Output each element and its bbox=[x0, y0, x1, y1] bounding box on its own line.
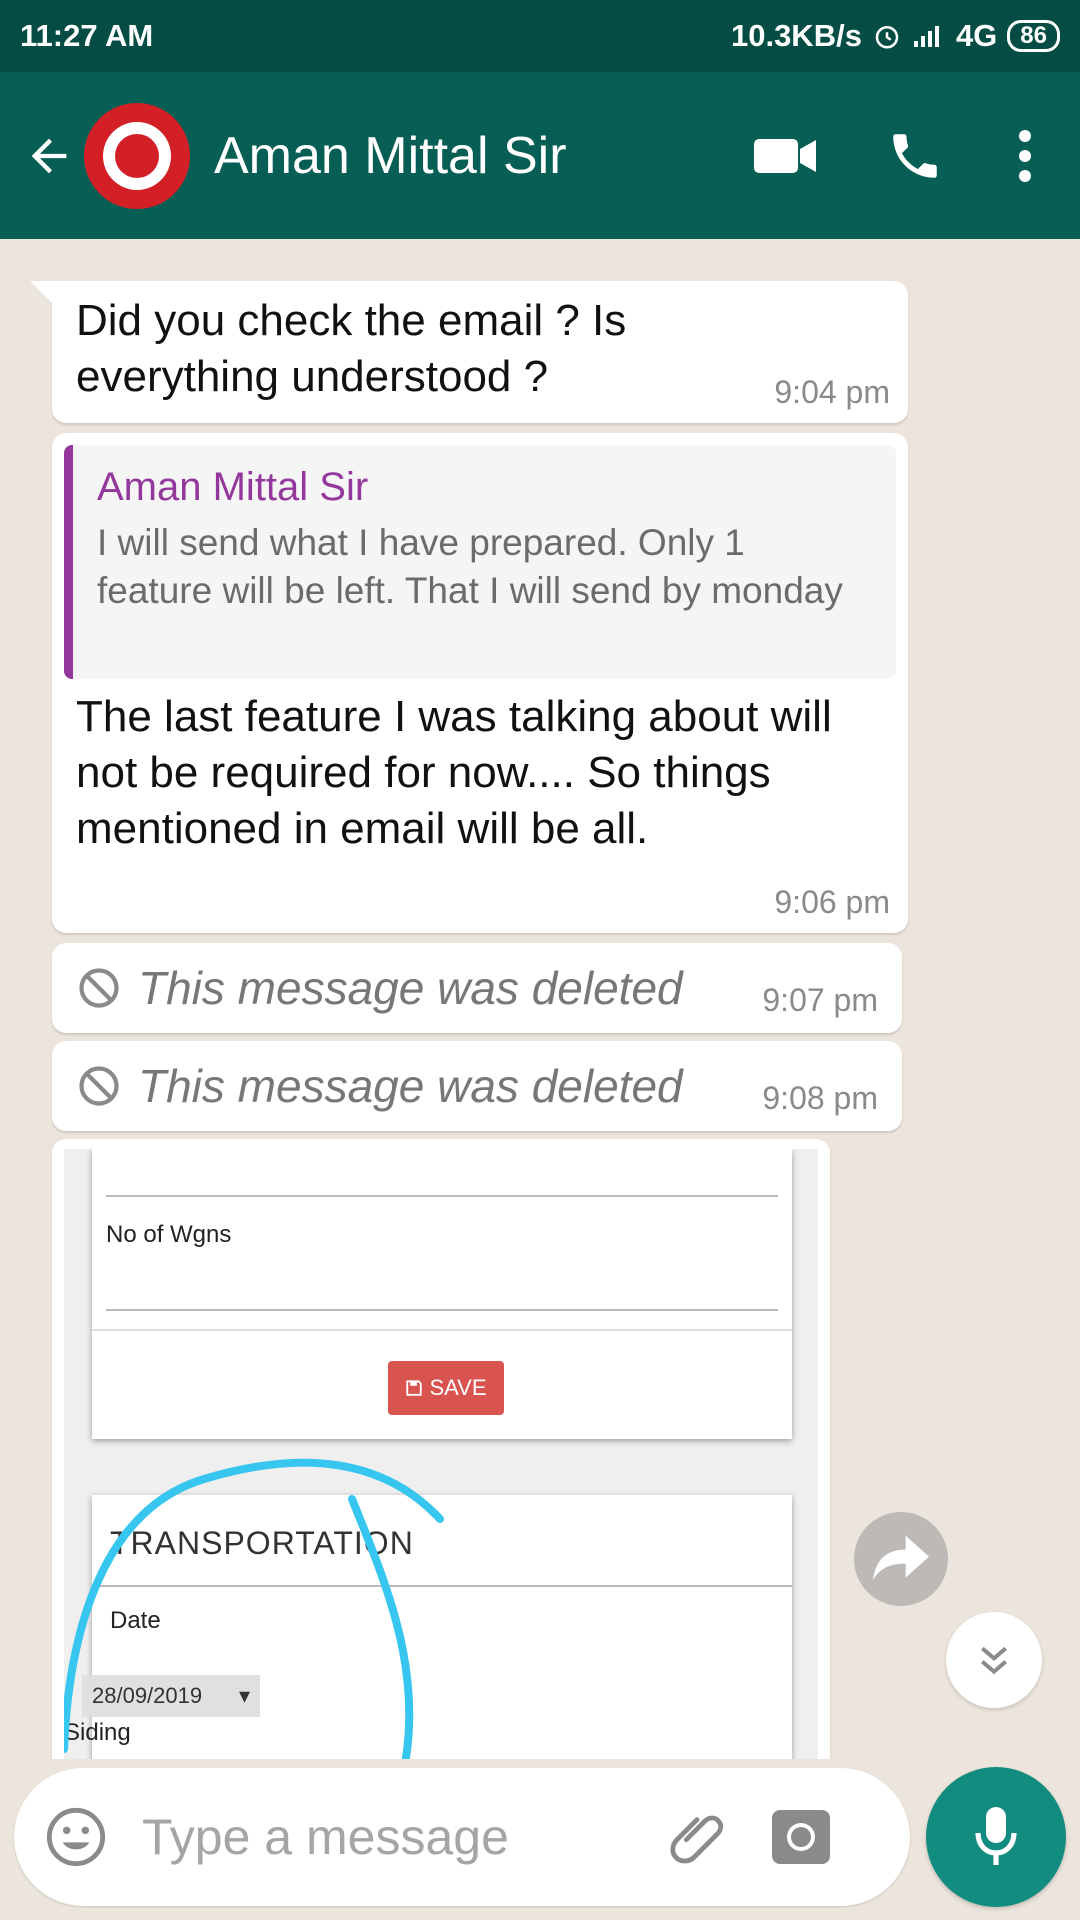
message-composer bbox=[14, 1768, 910, 1906]
message-input[interactable] bbox=[140, 1807, 644, 1867]
screenshot-image[interactable]: No of Wgns SAVE TRANSPORTATION Date 28/0… bbox=[64, 1149, 818, 1759]
net-speed: 10.3KB/s bbox=[730, 18, 862, 53]
voice-record-button[interactable] bbox=[926, 1767, 1066, 1907]
alarm-icon bbox=[875, 26, 899, 49]
emoji-icon bbox=[46, 1807, 106, 1867]
blue-scribble-annotation bbox=[64, 1458, 444, 1759]
railway-logo-icon bbox=[103, 121, 171, 190]
message-line: Did you check the email ? Is bbox=[76, 296, 627, 345]
avatar[interactable] bbox=[84, 102, 190, 209]
battery-indicator: 86 bbox=[1007, 20, 1060, 52]
network-type: 4G bbox=[955, 18, 998, 53]
deleted-text: This message was deleted bbox=[138, 962, 683, 1014]
quoted-author: Aman Mittal Sir bbox=[97, 465, 369, 509]
status-time: 11:27 AM bbox=[20, 18, 154, 53]
contact-name[interactable]: Aman Mittal Sir bbox=[214, 126, 740, 186]
message-time: 9:04 pm bbox=[774, 374, 890, 410]
back-button[interactable] bbox=[14, 121, 84, 191]
blocked-icon bbox=[79, 968, 119, 1008]
microphone-icon bbox=[975, 1807, 1017, 1865]
signal-icon bbox=[913, 26, 939, 47]
vertical-dots-icon bbox=[1019, 129, 1031, 182]
blocked-icon bbox=[79, 1066, 119, 1106]
quoted-text: I will send what I have prepared. Only 1… bbox=[97, 522, 843, 611]
attach-button[interactable] bbox=[662, 1802, 732, 1872]
emoji-button[interactable] bbox=[44, 1805, 108, 1869]
back-arrow-icon bbox=[31, 138, 67, 173]
forward-button[interactable] bbox=[854, 1512, 948, 1606]
quoted-message[interactable]: Aman Mittal Sir I will send what I have … bbox=[64, 445, 896, 679]
message-line: everything understood ? bbox=[76, 352, 549, 401]
video-call-button[interactable] bbox=[740, 111, 830, 201]
deleted-message[interactable]: This message was deleted 9:07 pm bbox=[52, 943, 902, 1033]
scroll-to-bottom-button[interactable] bbox=[946, 1612, 1042, 1708]
message-time: 9:06 pm bbox=[774, 884, 890, 920]
more-options-button[interactable] bbox=[1000, 111, 1050, 201]
message-text: Did you check the email ? Is everything … bbox=[76, 293, 626, 405]
forward-arrow-icon bbox=[873, 1535, 929, 1580]
chat-area[interactable]: Did you check the email ? Is everything … bbox=[0, 239, 1080, 1759]
image-message[interactable]: No of Wgns SAVE TRANSPORTATION Date 28/0… bbox=[52, 1139, 830, 1759]
bubble-tail bbox=[30, 281, 52, 303]
status-indicators: 10.3KB/s 4G 86 bbox=[731, 18, 1060, 54]
deleted-text: This message was deleted bbox=[138, 1060, 683, 1112]
message-text: The last feature I was talking about wil… bbox=[76, 692, 832, 853]
camera-icon bbox=[772, 1810, 830, 1864]
message-bubble[interactable]: Did you check the email ? Is everything … bbox=[30, 281, 908, 423]
double-chevron-down-icon bbox=[981, 1646, 1007, 1675]
reply-message-bubble[interactable]: Aman Mittal Sir I will send what I have … bbox=[52, 433, 908, 933]
voice-call-button[interactable] bbox=[870, 111, 960, 201]
status-bar: 11:27 AM 10.3KB/s 4G 86 bbox=[0, 0, 1080, 72]
camera-button[interactable] bbox=[766, 1802, 836, 1872]
phone-icon bbox=[893, 133, 937, 178]
chat-header: Aman Mittal Sir bbox=[0, 72, 1080, 239]
deleted-message[interactable]: This message was deleted 9:08 pm bbox=[52, 1041, 902, 1131]
message-time: 9:08 pm bbox=[762, 1080, 878, 1116]
paperclip-icon bbox=[670, 1815, 724, 1864]
message-time: 9:07 pm bbox=[762, 982, 878, 1018]
video-camera-icon bbox=[754, 138, 816, 173]
